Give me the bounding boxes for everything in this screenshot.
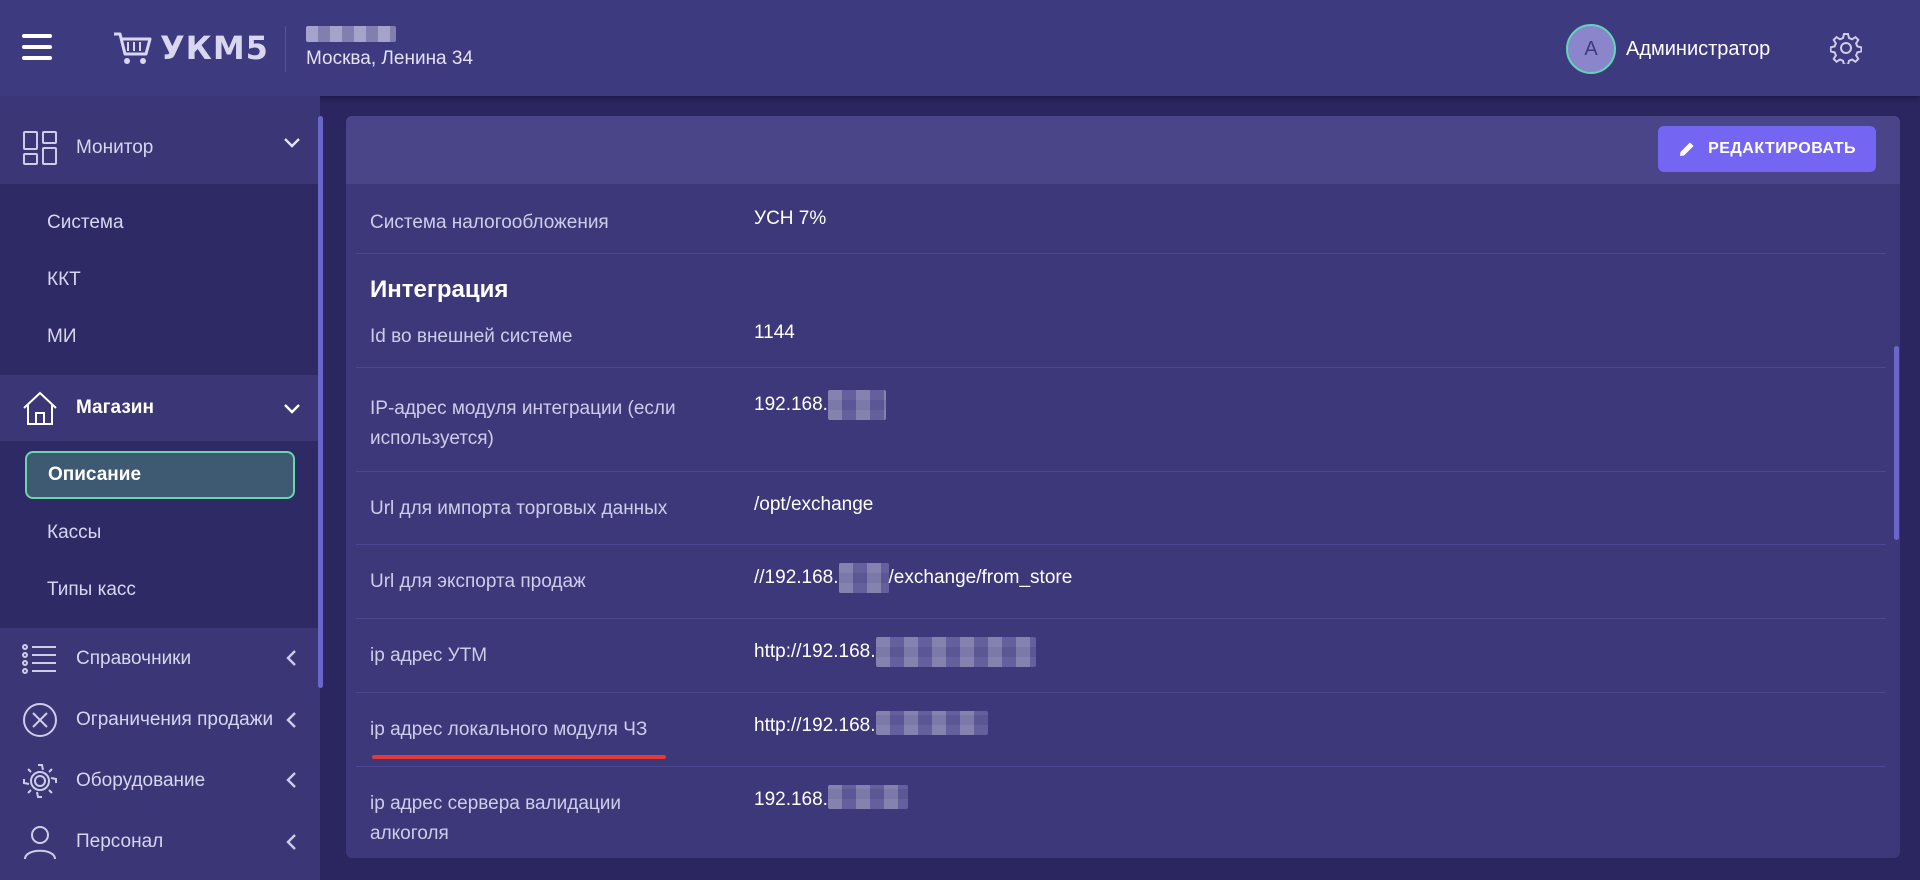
menu-toggle-icon[interactable] (22, 34, 52, 60)
sidebar-scrollbar[interactable] (318, 116, 323, 688)
user-name: Администратор (1626, 37, 1771, 60)
field-value: УСН 7% (754, 208, 827, 229)
field-value: 192.168. (754, 767, 908, 858)
sidebar-item-register-types[interactable]: Типы касс (0, 561, 320, 618)
sidebar-group-label: Оборудование (76, 770, 206, 791)
user-icon (24, 826, 56, 860)
sidebar-item-kkt[interactable]: ККТ (0, 251, 320, 308)
top-header: УКМ5 Москва, Ленина 34 A Администратор (0, 0, 1920, 96)
field-value: 192.168. (754, 368, 886, 471)
redacted-value (827, 785, 908, 809)
field-value: //192.168. /exchange/from_store (754, 545, 1072, 618)
sidebar-subnav-monitor: Система ККТ МИ (0, 184, 320, 375)
field-row-integration-ip: IP-адрес модуля интеграции (если использ… (356, 368, 1886, 472)
ip-prefix: 192.168. (754, 394, 828, 415)
field-label: IP-адрес модуля интеграции (если использ… (370, 398, 676, 449)
field-row-import-url: Url для импорта торговых данных /opt/exc… (356, 472, 1886, 545)
sidebar-group-personnel[interactable]: Персонал (0, 812, 320, 872)
sidebar-group-store[interactable]: Магазин (0, 375, 320, 441)
store-description-panel: РЕДАКТИРОВАТЬ Система налогообложения УС… (346, 116, 1900, 858)
ip-prefix: http://192.168. (754, 641, 876, 662)
redacted-value (875, 711, 988, 735)
edit-button[interactable]: РЕДАКТИРОВАТЬ (1658, 126, 1876, 172)
gear-icon[interactable] (1830, 32, 1862, 64)
sidebar-group-label: Ограничения продажи (76, 709, 274, 730)
url-prefix: //192.168. (754, 567, 839, 588)
field-row-alcohol-ip: ip адрес сервера валидации алкоголя 192.… (356, 767, 1886, 858)
sidebar-item-system[interactable]: Система (0, 194, 320, 251)
pencil-icon (1680, 142, 1694, 156)
sidebar-item-registers[interactable]: Кассы (0, 504, 320, 561)
chevron-down-icon (284, 138, 300, 148)
field-row-external-id: Id во внешней системе 1144 (356, 316, 1886, 368)
chevron-left-icon (286, 834, 296, 850)
chevron-left-icon (286, 650, 296, 666)
field-row-export-url: Url для экспорта продаж //192.168. /exch… (356, 545, 1886, 619)
user-menu[interactable]: A Администратор (1566, 24, 1770, 74)
sidebar-group-label: Монитор (76, 137, 154, 158)
edit-button-label: РЕДАКТИРОВАТЬ (1708, 140, 1856, 157)
sidebar: Монитор Система ККТ МИ Магазин Описание … (0, 96, 320, 880)
logo-text: УКМ5 (160, 29, 269, 67)
sidebar-group-label: Персонал (76, 831, 164, 852)
url-suffix: /exchange/from_store (888, 567, 1073, 588)
sidebar-group-label: Справочники (76, 648, 192, 669)
red-underline-annotation (372, 755, 666, 759)
redacted-value (838, 563, 889, 593)
field-value: 1144 (754, 322, 795, 343)
app-logo[interactable]: УКМ5 (112, 28, 269, 68)
panel-scrollbar[interactable] (1894, 346, 1899, 540)
gear-icon (23, 764, 57, 798)
home-icon (23, 391, 57, 425)
chevron-down-icon (284, 404, 300, 414)
field-value: http://192.168. (754, 693, 988, 766)
store-name-redacted (306, 26, 396, 42)
field-row-utm-ip: ip адрес УТМ http://192.168. (356, 619, 1886, 693)
list-icon (22, 644, 56, 674)
avatar: A (1566, 24, 1616, 74)
chevron-left-icon (286, 712, 296, 728)
close-circle-icon (23, 703, 57, 737)
ip-prefix: 192.168. (754, 789, 828, 810)
header-divider (285, 26, 286, 72)
sidebar-item-description[interactable]: Описание (25, 451, 295, 499)
field-label: ip адрес сервера валидации алкоголя (370, 793, 622, 844)
chevron-left-icon (286, 772, 296, 788)
cart-icon (114, 32, 152, 64)
redacted-value (827, 390, 886, 420)
fields-list: Система налогообложения УСН 7% Интеграци… (346, 184, 1900, 858)
field-label: Url для импорта торговых данных (370, 498, 668, 519)
panel-toolbar: РЕДАКТИРОВАТЬ (346, 116, 1900, 184)
redacted-value (875, 637, 1036, 667)
field-value: http://192.168. (754, 619, 1036, 692)
sidebar-item-mi[interactable]: МИ (0, 308, 320, 365)
section-title-integration: Интеграция (370, 276, 509, 303)
grid-icon (23, 131, 57, 165)
store-address: Москва, Ленина 34 (306, 48, 474, 69)
sidebar-group-equipment[interactable]: Оборудование (0, 750, 320, 812)
ip-prefix: http://192.168. (754, 715, 876, 736)
sidebar-group-sale-restrictions[interactable]: Ограничения продажи (0, 690, 320, 750)
store-selector[interactable]: Москва, Ленина 34 (306, 26, 473, 70)
sidebar-group-monitor[interactable]: Монитор (0, 112, 320, 184)
sidebar-group-label: Магазин (76, 397, 154, 418)
field-row-chz-ip: ip адрес локального модуля ЧЗ http://192… (356, 693, 1886, 767)
sidebar-subnav-store: Описание Кассы Типы касс (0, 441, 320, 628)
field-label: Id во внешней системе (370, 326, 573, 347)
field-label: Система налогообложения (370, 212, 609, 233)
sidebar-group-directories[interactable]: Справочники (0, 628, 320, 690)
field-value: /opt/exchange (754, 494, 874, 515)
field-row-tax-system: Система налогообложения УСН 7% (356, 184, 1886, 254)
field-label: ip адрес УТМ (370, 645, 488, 666)
field-label: Url для экспорта продаж (370, 571, 586, 592)
